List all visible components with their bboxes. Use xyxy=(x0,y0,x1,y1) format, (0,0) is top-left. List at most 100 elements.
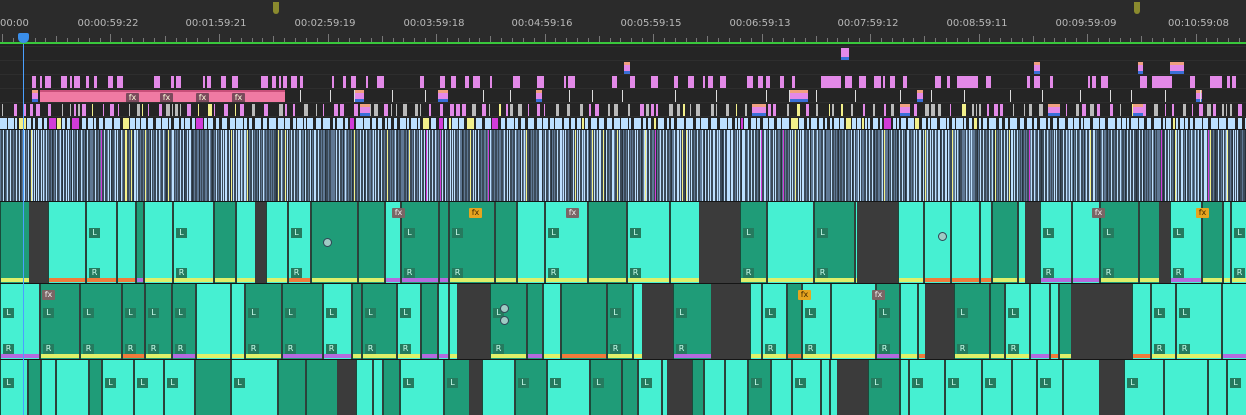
audio-clip[interactable] xyxy=(28,360,40,415)
audio-clip[interactable]: LR xyxy=(145,284,171,360)
video-clip[interactable] xyxy=(556,104,559,116)
video-clip[interactable] xyxy=(537,76,544,88)
video-clip[interactable] xyxy=(473,76,480,88)
video-clip[interactable] xyxy=(304,104,308,116)
video-clip[interactable] xyxy=(711,104,714,116)
video-clip[interactable] xyxy=(374,104,378,116)
audio-clip[interactable] xyxy=(48,202,85,284)
audio-clip[interactable] xyxy=(0,202,29,284)
audio-clip[interactable] xyxy=(951,202,979,284)
audio-clip[interactable]: L xyxy=(868,360,899,415)
fx-badge[interactable]: fx xyxy=(872,290,885,300)
audio-clip[interactable] xyxy=(980,202,991,284)
audio-clip[interactable]: LR xyxy=(122,284,144,360)
video-clip[interactable] xyxy=(580,104,583,116)
video-clip[interactable] xyxy=(1143,104,1146,116)
video-clip[interactable] xyxy=(1131,90,1132,102)
video-clip[interactable] xyxy=(891,104,894,116)
video-clip[interactable] xyxy=(931,104,935,116)
audio-clip[interactable] xyxy=(517,202,544,284)
audio-clip[interactable] xyxy=(1050,284,1058,360)
video-clip[interactable] xyxy=(70,104,71,116)
video-clip[interactable] xyxy=(622,90,623,102)
video-clip[interactable] xyxy=(855,90,856,102)
video-clip[interactable] xyxy=(612,76,617,88)
audio-clip[interactable]: LR xyxy=(323,284,351,360)
audio-clip[interactable] xyxy=(439,202,448,284)
video-clip[interactable] xyxy=(332,76,334,88)
video-clip[interactable] xyxy=(1110,104,1113,116)
audio-clip[interactable]: L xyxy=(1124,360,1163,415)
video-clip[interactable] xyxy=(1101,76,1108,88)
video-clip[interactable] xyxy=(1183,104,1186,116)
video-clip[interactable] xyxy=(208,104,212,116)
video-clip[interactable] xyxy=(148,104,149,116)
video-clip[interactable] xyxy=(456,104,460,116)
video-clip[interactable] xyxy=(669,104,673,116)
video-clip[interactable] xyxy=(640,104,644,116)
work-area-bar[interactable] xyxy=(0,42,1246,44)
video-clip[interactable] xyxy=(950,104,951,116)
video-clip[interactable] xyxy=(1213,104,1216,116)
video-clip[interactable] xyxy=(340,104,344,116)
video-clip[interactable] xyxy=(630,76,635,88)
playhead-handle[interactable] xyxy=(18,33,29,43)
video-clip[interactable] xyxy=(589,104,591,116)
fx-badge[interactable]: fx xyxy=(42,290,55,300)
video-clip[interactable] xyxy=(1120,104,1121,116)
video-clip[interactable] xyxy=(1230,104,1232,116)
video-clip[interactable] xyxy=(883,76,885,88)
keyframe[interactable] xyxy=(500,316,509,325)
video-clip[interactable] xyxy=(279,76,281,88)
video-clip[interactable] xyxy=(450,104,454,116)
audio-track-a1[interactable] xyxy=(0,130,1246,202)
audio-clip[interactable]: LR xyxy=(172,284,195,360)
video-clip[interactable] xyxy=(979,104,981,116)
audio-clip[interactable] xyxy=(214,202,235,284)
audio-clip[interactable]: L xyxy=(1037,360,1062,415)
video-clip[interactable] xyxy=(415,104,418,116)
audio-clip[interactable]: LR xyxy=(0,284,39,360)
video-clip[interactable] xyxy=(1227,76,1230,88)
video-clip[interactable] xyxy=(787,104,789,116)
video-clip-long[interactable]: fx fx fx fx xyxy=(40,90,285,103)
video-clip[interactable] xyxy=(40,76,42,88)
audio-clip[interactable] xyxy=(144,202,172,284)
video-clip[interactable] xyxy=(651,76,658,88)
video-clip[interactable] xyxy=(420,76,424,88)
video-clip[interactable] xyxy=(674,76,678,88)
video-clip[interactable] xyxy=(1110,90,1111,102)
audio-clip[interactable] xyxy=(306,360,337,415)
video-clip[interactable] xyxy=(377,76,384,88)
audio-clip[interactable] xyxy=(662,360,667,415)
audio-clip[interactable] xyxy=(898,202,923,284)
video-clip[interactable] xyxy=(675,90,676,102)
audio-clip[interactable]: LR xyxy=(740,202,766,284)
audio-clip[interactable]: LR xyxy=(282,284,322,360)
video-clip[interactable] xyxy=(688,76,694,88)
video-clip[interactable] xyxy=(490,76,492,88)
video-clip[interactable] xyxy=(716,90,717,102)
audio-track-a2[interactable]: L R L R L R L R L R L R L R L R L R L R L R L R L Rfx fx fx fx fx xyxy=(0,202,1246,284)
audio-clip[interactable]: L xyxy=(515,360,546,415)
audio-clip[interactable] xyxy=(1063,360,1099,415)
video-clip[interactable] xyxy=(62,104,63,116)
video-clip[interactable] xyxy=(690,104,691,116)
video-clip[interactable] xyxy=(935,76,941,88)
video-clip[interactable] xyxy=(32,76,36,88)
video-clip[interactable] xyxy=(789,90,790,102)
video-clip[interactable] xyxy=(845,76,852,88)
video-clip[interactable] xyxy=(366,76,368,88)
audio-track-a4[interactable]: LLLLLLLLLLLLLLLLLLLL xyxy=(0,360,1246,415)
video-clip[interactable] xyxy=(489,104,490,116)
video-clip[interactable] xyxy=(745,104,747,116)
video-clip[interactable] xyxy=(656,104,658,116)
video-clip[interactable] xyxy=(513,76,520,88)
audio-clip[interactable]: LR xyxy=(1040,202,1071,284)
video-clip[interactable] xyxy=(986,76,991,88)
video-track-v4[interactable] xyxy=(0,74,1246,89)
video-clip[interactable] xyxy=(696,104,700,116)
video-clip[interactable] xyxy=(429,104,431,116)
video-clip[interactable] xyxy=(61,76,67,88)
video-clip[interactable] xyxy=(518,104,522,116)
